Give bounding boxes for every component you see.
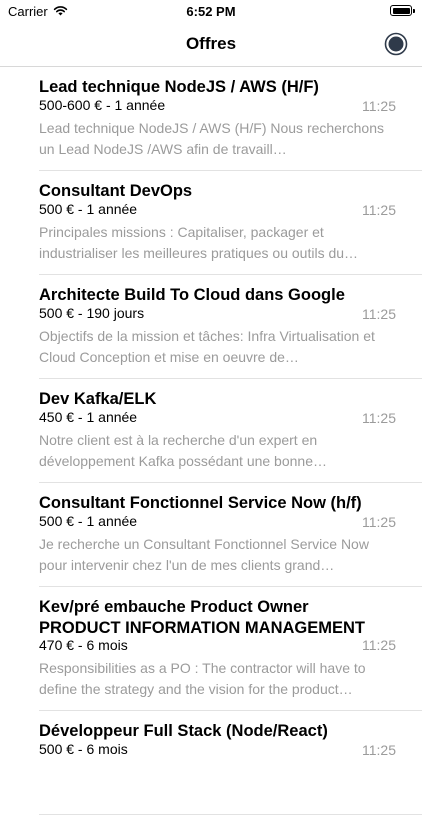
offer-title: Lead technique NodeJS / AWS (H/F) — [39, 78, 319, 96]
offer-rate: 500 € - 6 mois — [39, 741, 128, 757]
offer-title: Dev Kafka/ELK — [39, 390, 157, 408]
offer-description: Je recherche un Consultant Fonctionnel S… — [39, 536, 369, 573]
list-item[interactable]: Kev/pré embauche Product Owner PRODUCT I… — [39, 587, 422, 711]
offer-description: Notre client est à la recherche d'un exp… — [39, 432, 327, 469]
offer-rate: 470 € - 6 mois — [39, 637, 128, 653]
offer-time: 11:25 — [362, 98, 396, 114]
record-icon — [384, 32, 408, 56]
offer-title: Développeur Full Stack (Node/React) — [39, 722, 328, 740]
offer-rate: 450 € - 1 année — [39, 409, 138, 425]
offer-time: 11:25 — [362, 202, 396, 218]
offer-time: 11:25 — [362, 410, 396, 426]
list-item[interactable]: Développeur Full Stack (Node/React) 500 … — [39, 711, 422, 815]
offer-title: Consultant DevOps — [39, 182, 193, 200]
offer-title: Kev/pré embauche Product Owner PRODUCT I… — [39, 598, 366, 637]
offer-time: 11:25 — [362, 514, 396, 530]
offer-description: Responsibilities as a PO : The contracto… — [39, 660, 366, 697]
offer-title: Consultant Fonctionnel Service Now (h/f) — [39, 494, 362, 512]
list-item[interactable]: Dev Kafka/ELK 450 € - 1 année 11:25 Notr… — [39, 379, 422, 483]
offer-time: 11:25 — [362, 637, 396, 653]
offer-title: Architecte Build To Cloud dans Google — [39, 286, 345, 304]
status-bar: Carrier 6:52 PM — [0, 0, 422, 24]
battery-icon — [390, 5, 415, 16]
status-time: 6:52 PM — [186, 4, 236, 19]
list-item[interactable]: Lead technique NodeJS / AWS (H/F) 500-60… — [39, 67, 422, 171]
offer-rate: 500-600 € - 1 année — [39, 97, 166, 113]
list-item[interactable]: Consultant Fonctionnel Service Now (h/f)… — [39, 483, 422, 587]
offer-rate: 500 € - 190 jours — [39, 305, 145, 321]
offers-list: Lead technique NodeJS / AWS (H/F) 500-60… — [0, 67, 422, 815]
offer-rate: 500 € - 1 année — [39, 513, 138, 529]
offer-description: Principales missions : Capitaliser, pack… — [39, 224, 359, 261]
offer-description: Lead technique NodeJS / AWS (H/F) Nous r… — [39, 120, 384, 157]
offer-rate: 500 € - 1 année — [39, 201, 138, 217]
record-button[interactable] — [384, 32, 408, 56]
list-item[interactable]: Consultant DevOps 500 € - 1 année 11:25 … — [39, 171, 422, 275]
navigation-bar: Offres — [0, 24, 422, 67]
offer-description: Objectifs de la mission et tâches: Infra… — [39, 328, 375, 365]
page-title: Offres — [185, 34, 237, 53]
list-item[interactable]: Architecte Build To Cloud dans Google 50… — [39, 275, 422, 379]
offer-time: 11:25 — [362, 742, 396, 758]
offer-time: 11:25 — [362, 306, 396, 322]
